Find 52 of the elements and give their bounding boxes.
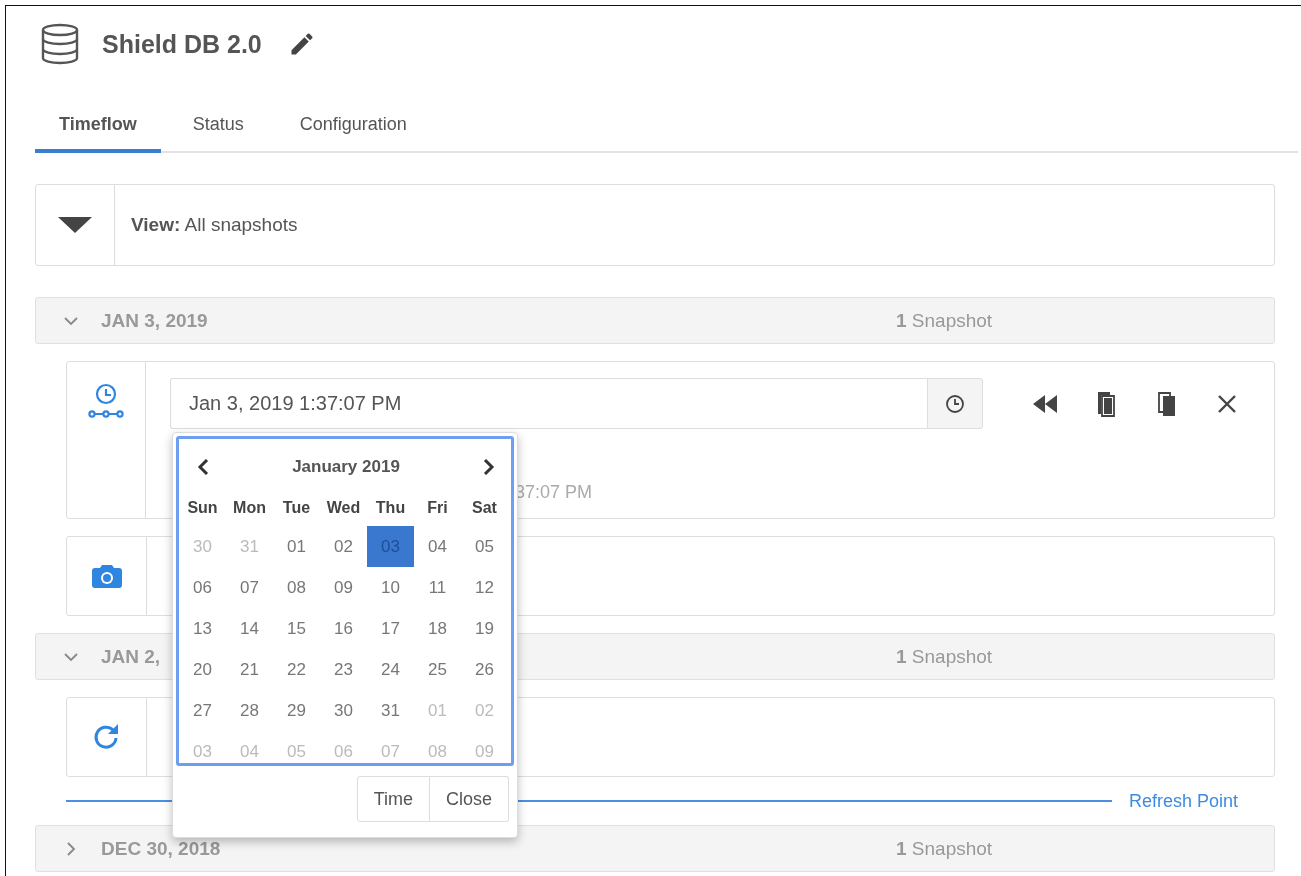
- calendar-day[interactable]: 27: [179, 690, 226, 731]
- calendar-day[interactable]: 02: [320, 526, 367, 567]
- tab[interactable]: Status: [168, 104, 268, 153]
- month-title: January 2019: [292, 457, 400, 477]
- copy-icon[interactable]: [1157, 390, 1177, 417]
- close-icon[interactable]: [1217, 393, 1237, 414]
- camera-icon: [91, 563, 122, 589]
- snapshot-count: 1 Snapshot: [896, 645, 993, 668]
- picker-button[interactable]: Time: [356, 776, 430, 822]
- weekday-label: Fri: [426, 498, 449, 518]
- calendar-day[interactable]: 28: [226, 690, 273, 731]
- copy-icon[interactable]: [1097, 390, 1117, 417]
- chevron-left-icon[interactable]: [197, 459, 209, 475]
- weekday-label: Mon: [232, 498, 267, 518]
- refresh-point-link[interactable]: Refresh Point: [1129, 790, 1239, 812]
- date-group-header[interactable]: DEC 30, 2018 1 Snapshot: [35, 825, 1275, 872]
- calendar-day[interactable]: 29: [273, 690, 320, 731]
- clock-button[interactable]: [927, 378, 983, 429]
- tab[interactable]: Configuration: [275, 104, 431, 153]
- weekday-label: Sat: [471, 498, 498, 518]
- calendar-day[interactable]: 01: [273, 526, 320, 567]
- database-icon: [40, 23, 80, 65]
- calendar-day[interactable]: 07: [226, 567, 273, 608]
- calendar-day[interactable]: 04: [414, 526, 461, 567]
- calendar-day[interactable]: 11: [414, 567, 461, 608]
- snapshot-count: 1 Snapshot: [896, 309, 993, 332]
- calendar-day[interactable]: 09: [320, 567, 367, 608]
- dropdown-caret-icon[interactable]: [58, 217, 92, 233]
- group-date: JAN 3, 2019: [101, 309, 208, 332]
- clock-icon: [945, 393, 965, 414]
- view-filter-label: View: All snapshots: [130, 214, 298, 236]
- date-group-header[interactable]: JAN 3, 2019 1 Snapshot: [35, 297, 1275, 344]
- group-date: JAN 2,: [101, 645, 161, 668]
- calendar-day[interactable]: 10: [367, 567, 414, 608]
- calendar-day[interactable]: 12: [461, 567, 508, 608]
- chevron-right-icon[interactable]: [483, 459, 495, 475]
- calendar-day[interactable]: 05: [461, 526, 508, 567]
- group-date: DEC 30, 2018: [101, 837, 221, 860]
- weekday-label: Tue: [281, 498, 312, 518]
- picker-button[interactable]: Close: [429, 776, 509, 822]
- weekday-label: Sun: [186, 498, 219, 518]
- calendar-day[interactable]: 06: [179, 567, 226, 608]
- tab[interactable]: Timeflow: [35, 104, 161, 153]
- weekday-label: Wed: [325, 498, 362, 518]
- snapshot-count: 1 Snapshot: [896, 837, 993, 860]
- calendar-day[interactable]: 08: [273, 567, 320, 608]
- calendar-day[interactable]: 31: [367, 690, 414, 731]
- weekday-label: Thu: [374, 498, 407, 518]
- page-title: Shield DB 2.0: [102, 29, 262, 59]
- time-input-field[interactable]: Jan 3, 2019 1:37:07 PM: [170, 378, 927, 429]
- calendar-day[interactable]: 30: [320, 690, 367, 731]
- rewind-icon[interactable]: [1033, 394, 1057, 413]
